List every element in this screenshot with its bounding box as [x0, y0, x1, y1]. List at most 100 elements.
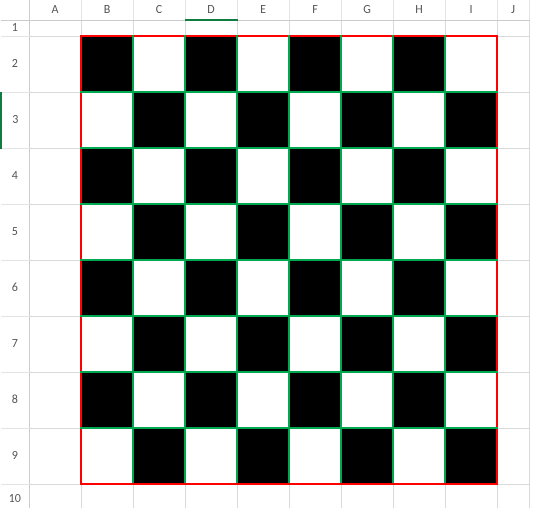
cell-E4[interactable] [237, 148, 289, 204]
cell-B10[interactable] [81, 484, 133, 508]
cell-J8[interactable] [497, 372, 529, 428]
cell-G2[interactable] [341, 36, 393, 92]
cell-H8[interactable] [393, 372, 445, 428]
cell-D4[interactable] [185, 148, 237, 204]
cell-F4[interactable] [289, 148, 341, 204]
cell-G8[interactable] [341, 372, 393, 428]
cell-J9[interactable] [497, 428, 529, 484]
cell-J1[interactable] [497, 20, 529, 36]
row-head-10[interactable]: 10 [1, 484, 29, 508]
cell-C7[interactable] [133, 316, 185, 372]
cell-J3[interactable] [497, 92, 529, 148]
cell-J7[interactable] [497, 316, 529, 372]
cell-F9[interactable] [289, 428, 341, 484]
cell-B4[interactable] [81, 148, 133, 204]
row-head-2[interactable]: 2 [1, 36, 29, 92]
cell-B9[interactable] [81, 428, 133, 484]
cell-H9[interactable] [393, 428, 445, 484]
cell-E7[interactable] [237, 316, 289, 372]
cell-D8[interactable] [185, 372, 237, 428]
cell-H6[interactable] [393, 260, 445, 316]
cell-A8[interactable] [29, 372, 81, 428]
cell-F1[interactable] [289, 20, 341, 36]
spreadsheet-grid[interactable]: A B C D E F G H I J 1 2 3 [0, 0, 552, 508]
cell-B6[interactable] [81, 260, 133, 316]
col-head-E[interactable]: E [237, 0, 289, 20]
cell-C4[interactable] [133, 148, 185, 204]
cell-I1[interactable] [445, 20, 497, 36]
cell-D1[interactable] [185, 20, 237, 36]
cell-H5[interactable] [393, 204, 445, 260]
cell-J5[interactable] [497, 204, 529, 260]
cell-C3[interactable] [133, 92, 185, 148]
cell-G5[interactable] [341, 204, 393, 260]
cell-G1[interactable] [341, 20, 393, 36]
cell-H2[interactable] [393, 36, 445, 92]
cell-A10[interactable] [29, 484, 81, 508]
cell-E9[interactable] [237, 428, 289, 484]
cell-I7[interactable] [445, 316, 497, 372]
row-head-7[interactable]: 7 [1, 316, 29, 372]
cell-A9[interactable] [29, 428, 81, 484]
cell-J4[interactable] [497, 148, 529, 204]
cell-F2[interactable] [289, 36, 341, 92]
cell-B8[interactable] [81, 372, 133, 428]
cell-G6[interactable] [341, 260, 393, 316]
col-head-A[interactable]: A [29, 0, 81, 20]
cell-I8[interactable] [445, 372, 497, 428]
col-head-D[interactable]: D [185, 0, 237, 20]
cell-I6[interactable] [445, 260, 497, 316]
col-head-B[interactable]: B [81, 0, 133, 20]
row-head-1[interactable]: 1 [1, 20, 29, 36]
cell-C9[interactable] [133, 428, 185, 484]
cell-F8[interactable] [289, 372, 341, 428]
cell-C2[interactable] [133, 36, 185, 92]
cell-G7[interactable] [341, 316, 393, 372]
cell-A1[interactable] [29, 20, 81, 36]
row-head-4[interactable]: 4 [1, 148, 29, 204]
cell-B7[interactable] [81, 316, 133, 372]
row-head-6[interactable]: 6 [1, 260, 29, 316]
cell-G3[interactable] [341, 92, 393, 148]
cell-E3[interactable] [237, 92, 289, 148]
cell-A5[interactable] [29, 204, 81, 260]
cell-F6[interactable] [289, 260, 341, 316]
cell-A7[interactable] [29, 316, 81, 372]
cell-J2[interactable] [497, 36, 529, 92]
col-head-J[interactable]: J [497, 0, 529, 20]
cell-D3[interactable] [185, 92, 237, 148]
cell-G9[interactable] [341, 428, 393, 484]
cell-I9[interactable] [445, 428, 497, 484]
cell-A6[interactable] [29, 260, 81, 316]
cell-C5[interactable] [133, 204, 185, 260]
cell-B1[interactable] [81, 20, 133, 36]
cell-H10[interactable] [393, 484, 445, 508]
cell-E2[interactable] [237, 36, 289, 92]
col-head-C[interactable]: C [133, 0, 185, 20]
cell-D6[interactable] [185, 260, 237, 316]
cell-D5[interactable] [185, 204, 237, 260]
cell-B5[interactable] [81, 204, 133, 260]
cell-A3[interactable] [29, 92, 81, 148]
cell-C10[interactable] [133, 484, 185, 508]
cell-F7[interactable] [289, 316, 341, 372]
col-head-I[interactable]: I [445, 0, 497, 20]
cell-E8[interactable] [237, 372, 289, 428]
cell-E6[interactable] [237, 260, 289, 316]
cell-A4[interactable] [29, 148, 81, 204]
col-head-H[interactable]: H [393, 0, 445, 20]
cell-A2[interactable] [29, 36, 81, 92]
select-all-corner[interactable] [1, 0, 29, 20]
cell-D2[interactable] [185, 36, 237, 92]
row-head-5[interactable]: 5 [1, 204, 29, 260]
cell-I10[interactable] [445, 484, 497, 508]
cell-H4[interactable] [393, 148, 445, 204]
row-head-8[interactable]: 8 [1, 372, 29, 428]
col-head-G[interactable]: G [341, 0, 393, 20]
cell-H7[interactable] [393, 316, 445, 372]
cell-J6[interactable] [497, 260, 529, 316]
cell-D7[interactable] [185, 316, 237, 372]
cell-I2[interactable] [445, 36, 497, 92]
cell-G4[interactable] [341, 148, 393, 204]
cell-F3[interactable] [289, 92, 341, 148]
